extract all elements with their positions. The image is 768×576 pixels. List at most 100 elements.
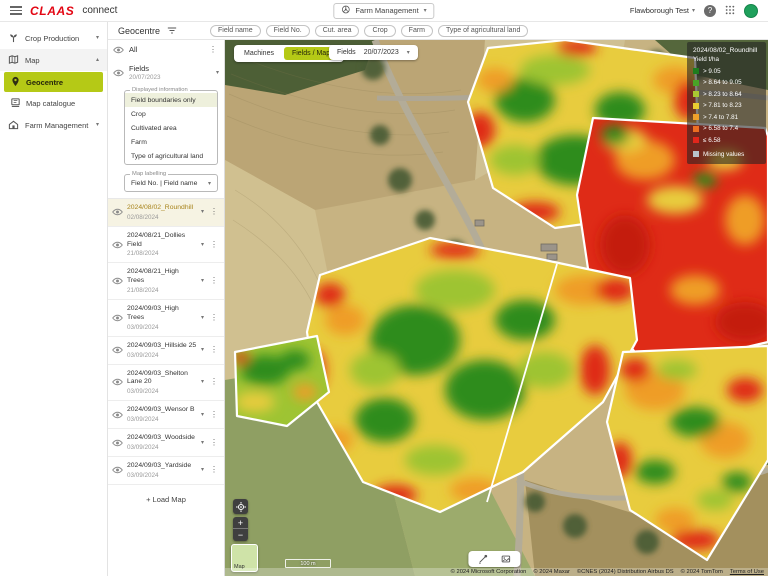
kebab-menu-icon[interactable]: ⋮ — [207, 46, 219, 54]
terms-of-use-link[interactable]: Terms of Use — [730, 569, 764, 575]
kebab-menu-icon[interactable]: ⋮ — [208, 378, 220, 386]
kebab-menu-icon[interactable]: ⋮ — [208, 439, 220, 447]
machines-toggle-button[interactable]: Machines — [236, 47, 282, 60]
attribution-segments: © 2024 Microsoft Corporation© 2024 Maxar… — [451, 569, 723, 575]
map-row-2024-08-21-dollies-field[interactable]: 2024/08/21_Dollies Field21/08/2024▾⋮ — [108, 227, 224, 264]
chip-cut-area[interactable]: Cut. area — [315, 25, 360, 37]
map-canvas[interactable]: Machines Fields / Maps Fields 20/07/2023… — [225, 40, 768, 576]
user-menu[interactable]: Flawborough Test ▾ — [630, 6, 695, 15]
map-row-2024-09-03-wensor-b[interactable]: 2024/09/03_Wensor B03/09/2024▾⋮ — [108, 401, 224, 429]
map-title: 2024/09/03_Shelton Lane 20 — [127, 370, 197, 388]
displayed-information-legend: Displayed information — [130, 87, 190, 93]
sidebar-item-geocentre[interactable]: Geocentre — [4, 72, 103, 92]
chevron-down-icon[interactable]: ▾ — [201, 278, 204, 284]
chevron-down-icon[interactable]: ▾ — [201, 347, 204, 353]
measure-tool-icon[interactable] — [477, 554, 488, 564]
sidebar-item-farm-management[interactable]: Farm Management▾ — [0, 114, 107, 136]
map-title: 2024/08/02_Roundhill — [127, 204, 197, 213]
legend-entry-8-64-to-9-05: > 8.64 to 9.05 — [693, 79, 760, 86]
load-map-button[interactable]: + Load Map — [108, 485, 224, 514]
map-row-2024-09-03-shelton-lane-20[interactable]: 2024/09/03_Shelton Lane 2003/09/2024▾⋮ — [108, 365, 224, 402]
filter-icon[interactable] — [167, 22, 177, 40]
map-labelling-select[interactable]: Field No. | Field name ▾ — [125, 177, 217, 190]
all-label: All — [129, 45, 202, 54]
eye-icon[interactable] — [112, 314, 123, 322]
help-icon[interactable]: ? — [704, 5, 716, 17]
eye-icon[interactable] — [112, 241, 123, 249]
kebab-menu-icon[interactable]: ⋮ — [208, 241, 220, 249]
kebab-menu-icon[interactable]: ⋮ — [208, 411, 220, 419]
map-row-2024-09-03-yardside[interactable]: 2024/09/03_Yardside03/09/2024▾⋮ — [108, 457, 224, 485]
map-labelling-box: Map labelling Field No. | Field name ▾ — [124, 171, 218, 192]
chip-farm[interactable]: Farm — [401, 25, 433, 37]
app-context-dropdown[interactable]: Farm Management ▾ — [333, 3, 434, 19]
displayed-information-box: Displayed information Field boundaries o… — [124, 87, 218, 165]
claas-connect-app: CLAAS connect Farm Management ▾ Flawboro… — [0, 0, 768, 576]
chip-type-of-agricultural-land[interactable]: Type of agricultural land — [438, 25, 528, 37]
legend-color-swatch — [693, 80, 699, 86]
eye-icon[interactable] — [112, 378, 123, 386]
kebab-menu-icon[interactable]: ⋮ — [208, 466, 220, 474]
map-row-2024-09-03-hillside-25[interactable]: 2024/09/03_Hillside 2503/09/2024▾⋮ — [108, 337, 224, 365]
map-date: 03/09/2024 — [127, 416, 197, 423]
eye-icon[interactable] — [113, 69, 124, 77]
map-title: 2024/09/03_Woodside — [127, 434, 197, 443]
fields-date-select[interactable]: Fields 20/07/2023 ▾ — [329, 45, 418, 60]
kebab-menu-icon[interactable]: ⋮ — [208, 314, 220, 322]
chevron-down-icon[interactable]: ▾ — [201, 412, 204, 418]
chevron-down-icon[interactable]: ▾ — [201, 467, 204, 473]
zoom-out-button[interactable]: − — [233, 529, 248, 541]
fields-group-row[interactable]: Fields 20/07/2023 ▾ — [108, 59, 224, 86]
legend-entry-7-81-to-8-23: > 7.81 to 8.23 — [693, 102, 760, 109]
kebab-menu-icon[interactable]: ⋮ — [208, 346, 220, 354]
chevron-down-icon[interactable]: ▾ — [201, 440, 204, 446]
eye-icon[interactable] — [112, 439, 123, 447]
chevron-down-icon[interactable]: ▾ — [201, 242, 204, 248]
legend-color-swatch — [693, 151, 699, 157]
option-cultivated-area[interactable]: Cultivated area — [125, 121, 217, 135]
map-list: 2024/08/02_Roundhill02/08/2024▾⋮2024/08/… — [108, 198, 224, 485]
chevron-down-icon[interactable]: ▾ — [201, 379, 204, 385]
chip-field-no[interactable]: Field No. — [266, 25, 310, 37]
map-row-2024-08-21-high-trees[interactable]: 2024/08/21_High Trees21/08/2024▾⋮ — [108, 263, 224, 300]
map-row-2024-09-03-high-trees[interactable]: 2024/09/03_High Trees03/09/2024▾⋮ — [108, 300, 224, 337]
attribution-text: ©CNES (2024) Distribution Airbus DS — [577, 569, 674, 575]
legend-entry-label: Missing values — [703, 151, 744, 158]
chevron-down-icon[interactable]: ▾ — [216, 70, 219, 76]
farm-management-icon — [8, 119, 19, 132]
eye-icon[interactable] — [112, 208, 123, 216]
kebab-menu-icon[interactable]: ⋮ — [208, 208, 220, 216]
map-row-2024-08-02-roundhill[interactable]: 2024/08/02_Roundhill02/08/2024▾⋮ — [108, 199, 224, 227]
avatar[interactable] — [744, 4, 758, 18]
option-crop[interactable]: Crop — [125, 107, 217, 121]
all-row[interactable]: All ⋮ — [108, 40, 224, 59]
eye-icon[interactable] — [112, 411, 123, 419]
chip-field-name[interactable]: Field name — [210, 25, 261, 37]
eye-icon[interactable] — [112, 346, 123, 354]
kebab-menu-icon[interactable]: ⋮ — [208, 277, 220, 285]
option-field-boundaries-only[interactable]: Field boundaries only — [125, 93, 217, 107]
eye-icon[interactable] — [113, 46, 124, 54]
chevron-down-icon[interactable]: ▾ — [201, 209, 204, 215]
sidebar-item-crop-production[interactable]: Crop Production▾ — [0, 27, 107, 49]
chevron-down-icon: ▾ — [96, 122, 99, 128]
chevron-down-icon[interactable]: ▾ — [201, 315, 204, 321]
map-row-2024-09-03-woodside[interactable]: 2024/09/03_Woodside03/09/2024▾⋮ — [108, 429, 224, 457]
legend-entry-7-4-to-7-81: > 7.4 to 7.81 — [693, 114, 760, 121]
eye-icon[interactable] — [112, 277, 123, 285]
legend-subtitle: Yield t/ha — [693, 56, 760, 63]
eye-icon[interactable] — [112, 466, 123, 474]
zoom-in-button[interactable]: + — [233, 517, 248, 529]
apps-grid-icon[interactable] — [725, 2, 735, 20]
sidebar-item-map[interactable]: Map▴ — [0, 49, 107, 71]
option-farm[interactable]: Farm — [125, 135, 217, 149]
hamburger-menu-icon[interactable] — [10, 6, 22, 15]
chip-crop[interactable]: Crop — [364, 25, 395, 37]
legend-color-swatch — [693, 126, 699, 132]
basemap-layers-icon[interactable] — [500, 554, 511, 564]
locate-button[interactable] — [233, 499, 248, 514]
option-type-of-agricultural-land[interactable]: Type of agricultural land — [125, 149, 217, 163]
map-date: 03/09/2024 — [127, 352, 197, 359]
sidebar-item-map-catalogue[interactable]: Map catalogue — [4, 93, 103, 113]
legend-entry-6-58-to-7-4: > 6.58 to 7.4 — [693, 125, 760, 132]
